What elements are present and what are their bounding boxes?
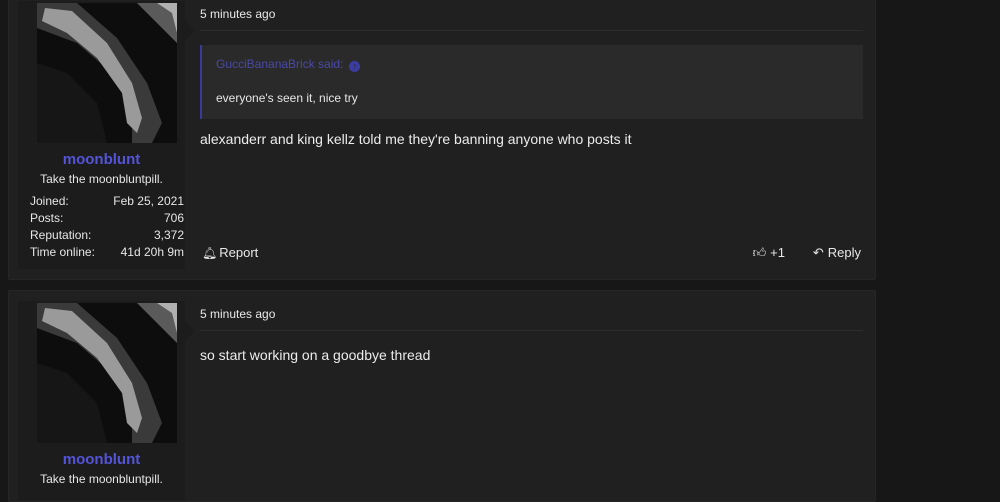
stat-label: Posts: — [30, 211, 64, 225]
user-title: Take the moonbluntpill. — [40, 472, 163, 486]
user-block-arrow — [185, 21, 195, 41]
quote-author[interactable]: GucciBananaBrick said: ↑ — [216, 57, 361, 72]
avatar[interactable] — [37, 303, 177, 443]
like-button[interactable]: 👍︎ +1 — [753, 245, 785, 261]
stat-label: Joined: — [30, 194, 69, 208]
user-stats: Joined: Feb 25, 2021 Posts: 706 Reputati… — [30, 193, 184, 261]
user-block: moonblunt Take the moonbluntpill. Joined… — [18, 1, 195, 269]
reply-arrow-icon: ↶ — [812, 245, 824, 260]
like-count: +1 — [770, 245, 785, 260]
post-content: 5 minutes ago GucciBananaBrick said: ↑ ev… — [200, 1, 863, 147]
stat-label: Time online: — [30, 245, 95, 259]
post-timestamp[interactable]: 5 minutes ago — [200, 4, 863, 31]
user-block: moonblunt Take the moonbluntpill. — [18, 301, 195, 501]
user-title: Take the moonbluntpill. — [40, 172, 163, 186]
post-message: alexanderr and king kellz told me they'r… — [200, 131, 632, 147]
quote-author-label[interactable]: GucciBananaBrick said: — [216, 57, 343, 71]
quote-text: everyone's seen it, nice try — [216, 91, 358, 105]
post: moonblunt Take the moonbluntpill. 5 minu… — [8, 290, 876, 502]
stat-value: 41d 20h 9m — [120, 245, 184, 259]
post-timestamp[interactable]: 5 minutes ago — [200, 304, 863, 331]
stat-label: Reputation: — [30, 228, 92, 242]
post-message: so start working on a goodbye thread — [200, 347, 431, 363]
report-label: Report — [219, 245, 259, 260]
stat-reputation: Reputation: 3,372 — [30, 227, 184, 244]
stat-joined: Joined: Feb 25, 2021 — [30, 193, 184, 210]
quote-block: GucciBananaBrick said: ↑ everyone's seen … — [200, 45, 863, 119]
username[interactable]: moonblunt — [18, 151, 185, 168]
up-arrow-circle-icon[interactable]: ↑ — [349, 61, 361, 72]
user-block-arrow — [185, 321, 195, 341]
reply-label: Reply — [827, 245, 861, 260]
username[interactable]: moonblunt — [18, 451, 185, 468]
stat-value: Feb 25, 2021 — [113, 194, 184, 208]
stat-value: 3,372 — [153, 228, 184, 242]
avatar[interactable] — [37, 3, 177, 143]
reply-button[interactable]: ↶ Reply — [813, 245, 861, 261]
post-content: 5 minutes ago so start working on a good… — [200, 301, 863, 363]
report-button[interactable]: 🔔︎ Report — [202, 245, 258, 260]
stat-time-online: Time online: 41d 20h 9m — [30, 244, 184, 261]
stat-posts: Posts: 706 — [30, 210, 184, 227]
post-footer: 🔔︎ Report 👍︎ +1 ↶ Reply — [200, 245, 863, 265]
stat-value: 706 — [163, 211, 184, 225]
post: moonblunt Take the moonbluntpill. Joined… — [8, 0, 876, 280]
bell-icon: 🔔︎ — [202, 246, 218, 260]
thumbs-up-icon: 👍︎ — [752, 245, 767, 260]
